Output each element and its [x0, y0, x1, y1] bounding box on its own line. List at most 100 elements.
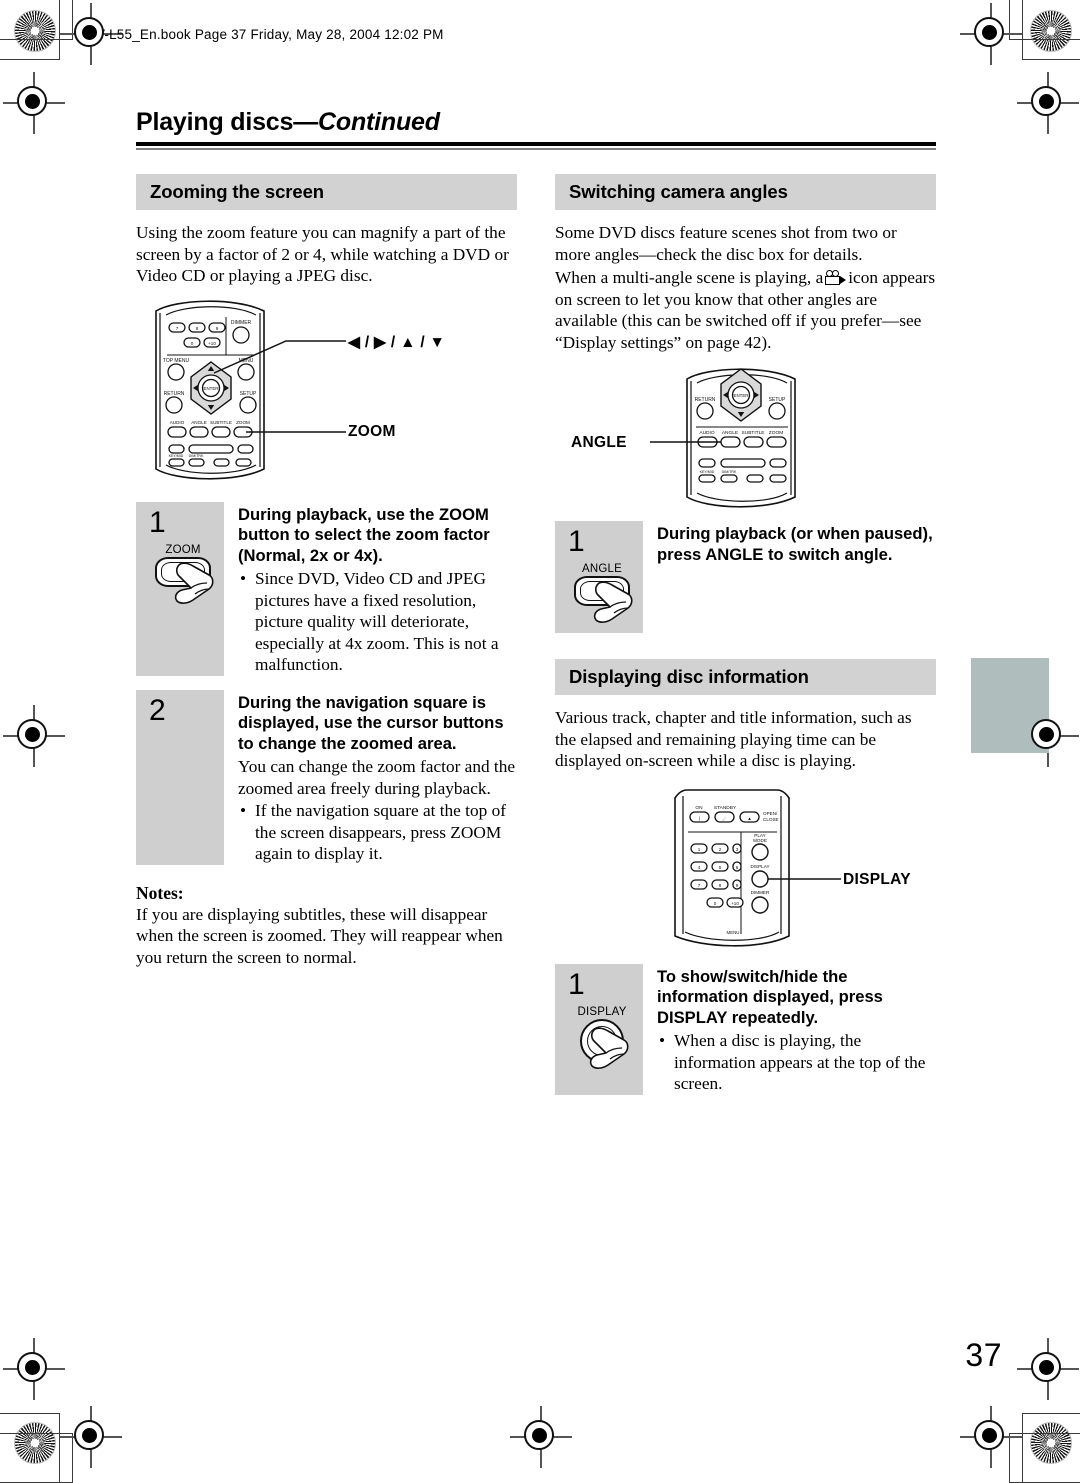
remote-zoom-illustration: 789 0 +10 DIMMER TOP MENU MENU ENTER RET…: [136, 293, 517, 488]
step-body-2: During the navigation square is displaye…: [224, 690, 517, 865]
svg-text:SETUP: SETUP: [769, 397, 786, 403]
page-title-main: Playing discs: [136, 108, 294, 136]
remote-display-illustration: ON STANDBY OPEN/ CLOSE | ☄ ▲ 1 2 3 4 5 6…: [555, 786, 936, 954]
step-number-1: 1: [149, 505, 166, 539]
step-title-angle: During playback (or when paused), press …: [657, 524, 933, 564]
registration-mark-left-middle: [3, 705, 65, 767]
svg-text:ANGLE: ANGLE: [722, 430, 738, 436]
svg-text:7: 7: [176, 326, 179, 331]
title-rule-thin: [136, 148, 936, 150]
svg-text:TOP MENU: TOP MENU: [163, 358, 190, 364]
step-title-2: During the navigation square is displaye…: [238, 692, 504, 753]
left-column: Zooming the screen Using the zoom featur…: [136, 174, 517, 1095]
crop-corner-bottom-left-outer: [0, 1433, 73, 1483]
svg-text:8: 8: [196, 326, 199, 331]
notes-text: If you are displaying subtitles, these w…: [136, 904, 503, 967]
step-number-2: 2: [149, 693, 166, 727]
registration-mark-left-lower: [3, 1338, 65, 1400]
svg-text:CLOSE: CLOSE: [763, 817, 779, 822]
svg-text:DISPLAY: DISPLAY: [750, 864, 769, 869]
page-content: Playing discs—Continued Zooming the scre…: [136, 108, 936, 1095]
step-number-box-angle: 1 ANGLE: [555, 521, 643, 633]
step-bullet-item: Since DVD, Video CD and JPEG pictures ha…: [238, 568, 517, 676]
remote-display-svg: ON STANDBY OPEN/ CLOSE | ☄ ▲ 1 2 3 4 5 6…: [674, 788, 841, 947]
zoom-key-illustration: ZOOM: [145, 544, 221, 624]
registration-mark-bottom-right: [960, 1406, 1022, 1468]
step-block-angle-1: 1 ANGLE During playback (or when paused)…: [555, 521, 936, 633]
callout-cursor-buttons: ◀ / ▶ / ▲ / ▼: [348, 333, 446, 351]
svg-text:MENU: MENU: [727, 930, 740, 935]
svg-text:4: 4: [698, 865, 701, 870]
section-heading-zooming: Zooming the screen: [136, 174, 517, 210]
svg-text:ON: ON: [695, 805, 703, 811]
step-block-display-1: 1 DISPLAY To show/switch/hide the inform…: [555, 963, 936, 1095]
remote-zoom-svg: 789 0 +10 DIMMER TOP MENU MENU ENTER RET…: [155, 299, 346, 480]
svg-text:DIMMER: DIMMER: [231, 320, 252, 326]
svg-text:KEY/MID: KEY/MID: [700, 470, 715, 474]
svg-text:2: 2: [719, 847, 722, 852]
angles-para-2-before: When a multi-angle scene is playing, a: [555, 268, 824, 287]
svg-text:AUDIO: AUDIO: [699, 430, 714, 436]
remote-angle-illustration: ENTER RETURN SETUP AUDIO ANGLE SUBTITLE …: [555, 361, 936, 513]
angles-para-2: When a multi-angle scene is playing, a ic…: [555, 267, 936, 353]
step-bullets-display: When a disc is playing, the information …: [657, 1030, 936, 1095]
svg-text:SUBTITLE: SUBTITLE: [210, 420, 232, 425]
section-heading-angles: Switching camera angles: [555, 174, 936, 210]
step-bullets-1: Since DVD, Video CD and JPEG pictures ha…: [238, 568, 517, 676]
svg-text:ZOOM: ZOOM: [769, 430, 783, 436]
svg-text:SETUP: SETUP: [240, 391, 257, 397]
display-para-1: Various track, chapter and title informa…: [555, 708, 912, 770]
angle-key-label: ANGLE: [582, 563, 622, 575]
svg-text:KEY/MID: KEY/MID: [169, 454, 184, 458]
registration-mark-right-upper: [1017, 72, 1079, 134]
registration-mark-right-lower: [1017, 1338, 1079, 1400]
zooming-intro-text: Using the zoom feature you can magnify a…: [136, 223, 509, 285]
step-title-1: During playback, use the ZOOM button to …: [238, 504, 490, 565]
step-block-zoom-1: 1 ZOOM During playback, use the ZOOM but…: [136, 501, 517, 676]
step-number-display: 1: [568, 967, 585, 1001]
print-slug: DV-L55_En.book Page 37 Friday, May 28, 2…: [86, 27, 444, 42]
page-title-dash: —: [293, 108, 319, 136]
registration-mark-top-left: [60, 3, 122, 65]
svg-text:DIMMER: DIMMER: [751, 890, 770, 895]
svg-text:▲: ▲: [747, 816, 752, 821]
svg-text:MODE: MODE: [753, 838, 767, 843]
crop-corner-bottom-right-outer: [1009, 1433, 1080, 1483]
camera-angle-icon: [825, 270, 847, 285]
step-number-box-2: 2: [136, 689, 224, 865]
section-heading-display: Displaying disc information: [555, 659, 936, 695]
svg-text:ENTER: ENTER: [734, 393, 749, 398]
registration-mark-bottom-left: [60, 1406, 122, 1468]
title-rule-thick: [136, 142, 936, 146]
callout-zoom-button: ZOOM: [348, 422, 396, 440]
step-block-zoom-2: 2 During the navigation square is displa…: [136, 689, 517, 865]
step-body-display: To show/switch/hide the information disp…: [643, 964, 936, 1095]
svg-text:STANDBY: STANDBY: [714, 805, 737, 811]
step-bullets-2: If the navigation square at the top of t…: [238, 800, 517, 865]
zoom-key-label: ZOOM: [165, 543, 201, 556]
step-note-2: You can change the zoom factor and the z…: [238, 757, 516, 798]
registration-mark-bottom-center: [510, 1406, 572, 1468]
svg-text:DIM/TRK: DIM/TRK: [722, 470, 737, 474]
svg-text:ANGLE: ANGLE: [191, 420, 207, 425]
svg-text:0: 0: [714, 901, 717, 906]
svg-text:ENTER: ENTER: [204, 386, 219, 391]
registration-mark-top-right: [960, 3, 1022, 65]
pointing-hand-icon: [174, 561, 214, 604]
step-bullet-item: If the navigation square at the top of t…: [238, 800, 517, 865]
svg-text:6: 6: [736, 865, 739, 870]
svg-text:5: 5: [719, 865, 722, 870]
step-number-angle: 1: [568, 525, 585, 558]
svg-text:RETURN: RETURN: [695, 397, 716, 403]
step-title-display: To show/switch/hide the information disp…: [657, 966, 883, 1027]
svg-text:+10: +10: [731, 901, 739, 906]
display-key-label: DISPLAY: [577, 1005, 627, 1018]
svg-text:+10: +10: [208, 341, 216, 346]
right-column: Switching camera angles Some DVD discs f…: [555, 174, 936, 1095]
svg-text:|: |: [699, 816, 700, 821]
step-body-1: During playback, use the ZOOM button to …: [224, 502, 517, 676]
angle-key-illustration: ANGLE: [564, 563, 640, 643]
page-number: 37: [965, 1337, 1002, 1373]
angles-para-1: Some DVD discs feature scenes shot from …: [555, 223, 897, 264]
two-column-layout: Zooming the screen Using the zoom featur…: [136, 174, 936, 1095]
